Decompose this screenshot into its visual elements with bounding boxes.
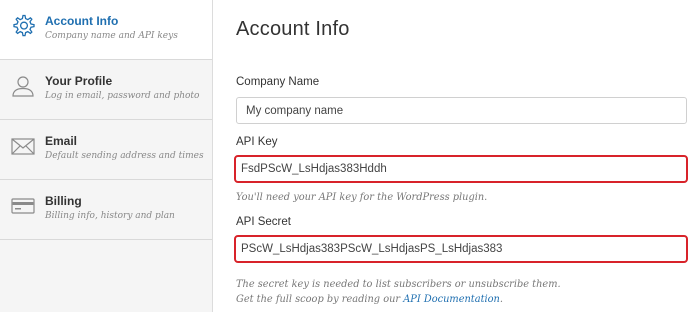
sidebar-item-subtitle: Billing info, history and plan [45, 211, 175, 221]
api-docs-hint-prefix: Get the full scoop by reading our [236, 294, 404, 305]
gear-icon [10, 13, 36, 39]
sidebar-item-your-profile[interactable]: Your Profile Log in email, password and … [0, 60, 212, 120]
sidebar-item-label: Email [45, 134, 78, 148]
api-key-field[interactable] [234, 155, 688, 183]
credit-card-icon [10, 193, 36, 219]
account-info-panel: Account Info Company Name API Key You'll… [234, 0, 688, 312]
user-icon [10, 73, 36, 99]
sidebar-item-subtitle: Default sending address and times [45, 151, 204, 161]
api-key-hint: You'll need your API key for the WordPre… [236, 192, 488, 203]
api-docs-hint: Get the full scoop by reading our API Do… [236, 294, 503, 305]
envelope-icon [10, 133, 36, 159]
company-name-field[interactable] [236, 97, 687, 124]
sidebar-item-subtitle: Log in email, password and photo [45, 91, 200, 101]
settings-sidebar: Account Info Company name and API keys Y… [0, 0, 213, 312]
api-key-label: API Key [236, 136, 278, 148]
api-documentation-link[interactable]: API Documentation [403, 294, 500, 305]
api-secret-hint: The secret key is needed to list subscri… [236, 279, 561, 290]
api-docs-hint-suffix: . [499, 294, 503, 305]
company-name-label: Company Name [236, 76, 320, 88]
sidebar-item-label: Account Info [45, 14, 119, 28]
page-title: Account Info [236, 18, 350, 40]
sidebar-item-label: Your Profile [45, 74, 113, 88]
sidebar-item-account-info[interactable]: Account Info Company name and API keys [0, 0, 212, 60]
api-secret-field[interactable] [234, 235, 688, 263]
sidebar-item-label: Billing [45, 194, 82, 208]
api-secret-label: API Secret [236, 216, 291, 228]
sidebar-item-email[interactable]: Email Default sending address and times [0, 120, 212, 180]
sidebar-item-subtitle: Company name and API keys [45, 31, 178, 41]
sidebar-item-billing[interactable]: Billing Billing info, history and plan [0, 180, 212, 240]
